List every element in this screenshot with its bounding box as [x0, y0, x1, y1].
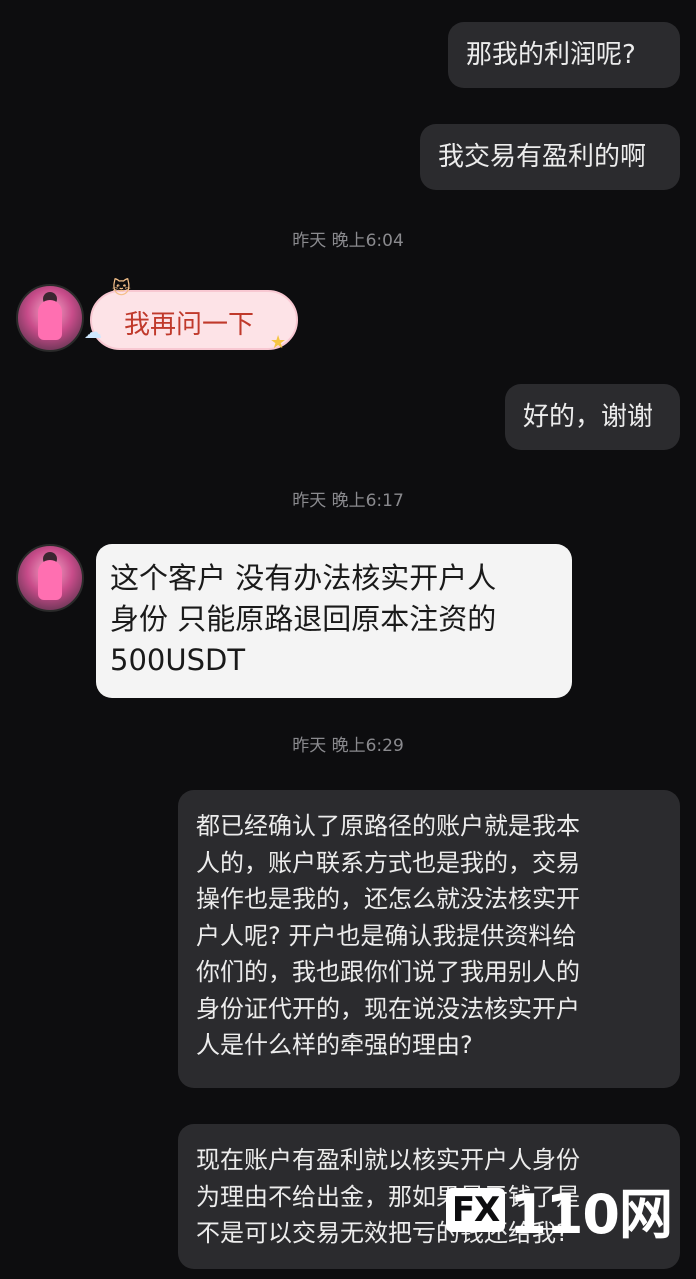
- message-outgoing[interactable]: 那我的利润呢?: [448, 22, 680, 88]
- contact-avatar[interactable]: [16, 544, 84, 612]
- message-outgoing[interactable]: 都已经确认了原路径的账户就是我本 人的，账户联系方式也是我的，交易 操作也是我的…: [178, 790, 680, 1088]
- message-text-line: 人的，账户联系方式也是我的，交易: [196, 848, 580, 877]
- cat-icon: 🐱: [112, 278, 131, 299]
- timestamp: 昨天 晚上6:29: [292, 736, 404, 756]
- message-outgoing[interactable]: 好的，谢谢: [505, 384, 680, 450]
- chat-thread: 那我的利润呢? 我交易有盈利的啊 昨天 晚上6:04 我再问一下 ☁ ★ 🐱 好…: [0, 0, 696, 1279]
- message-text-line: 你们的，我也跟你们说了我用别人的: [196, 958, 580, 986]
- cloud-icon: ☁: [84, 322, 102, 343]
- message-text: 我交易有盈利的啊: [438, 142, 647, 172]
- message-text-line: 这个客户 没有办法核实开户人: [110, 561, 497, 595]
- watermark-text: 110网: [509, 1183, 673, 1246]
- message-text-line: 操作也是我的，还怎么就没法核实开: [196, 885, 580, 913]
- message-text-line: 500USDT: [110, 643, 246, 677]
- message-text-line: 人是什么样的牵强的理由?: [196, 1031, 473, 1059]
- message-text-line: 都已经确认了原路径的账户就是我本: [196, 812, 580, 840]
- watermark-logo: FX 110网: [445, 1170, 673, 1249]
- message-text: 那我的利润呢?: [466, 40, 636, 70]
- message-outgoing[interactable]: 我交易有盈利的啊: [420, 124, 680, 190]
- message-text-line: 户人呢? 开户也是确认我提供资料给: [196, 921, 577, 950]
- watermark-fx: FX: [445, 1187, 506, 1232]
- timestamp: 昨天 晚上6:17: [292, 491, 404, 511]
- message-text: 好的，谢谢: [523, 402, 654, 432]
- message-text-line: 身份 只能原路退回原本注资的: [110, 602, 497, 636]
- avatar-figure: [38, 300, 62, 340]
- contact-avatar[interactable]: [16, 284, 84, 352]
- avatar-figure: [38, 560, 62, 600]
- message-incoming-sticker[interactable]: 我再问一下 ☁ ★ 🐱: [84, 278, 298, 353]
- star-icon: ★: [270, 332, 287, 353]
- message-text: 我再问一下: [124, 310, 255, 340]
- timestamp: 昨天 晚上6:04: [292, 231, 404, 251]
- message-incoming[interactable]: 这个客户 没有办法核实开户人 身份 只能原路退回原本注资的 500USDT: [96, 544, 572, 698]
- message-text-line: 身份证代开的，现在说没法核实开户: [196, 994, 580, 1023]
